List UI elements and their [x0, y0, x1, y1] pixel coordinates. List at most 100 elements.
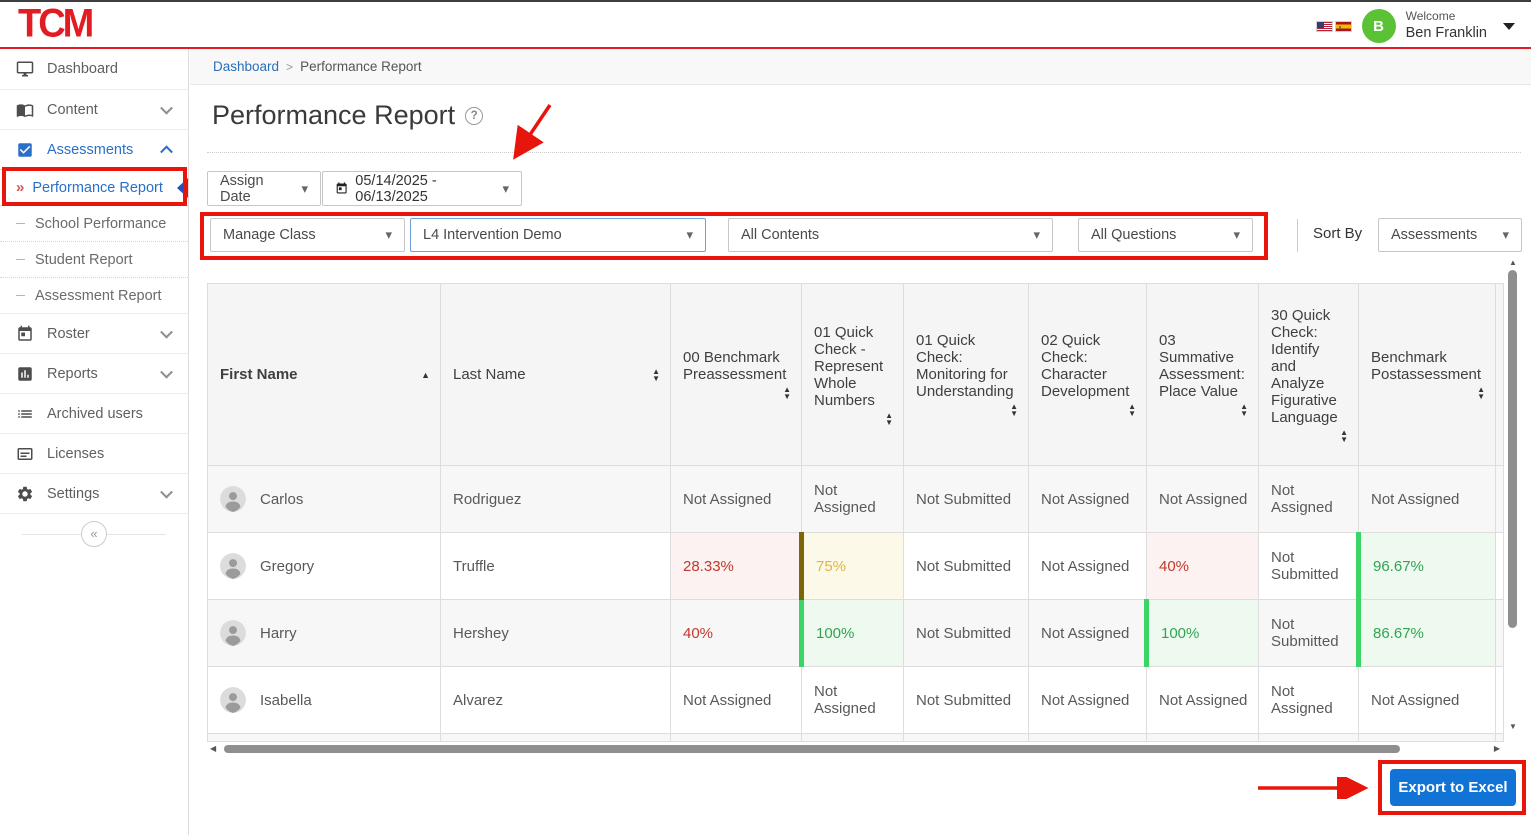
last-name-value: Hershey [453, 625, 509, 642]
column-header-02-quick-check-character-development[interactable]: 02 Quick Check: Character Development▲▼ [1029, 284, 1147, 466]
dash-icon [16, 223, 25, 224]
sidebar-item-label: Archived users [47, 406, 143, 422]
sidebar-nav: Dashboard Content Assessments » Performance … [0, 49, 188, 513]
first-name-value: Carlos [260, 491, 303, 508]
student-avatar-icon [220, 687, 246, 713]
student-row-gregory-truffle: GregoryTruffle28.33%75%Not SubmittedNot … [208, 533, 1504, 600]
contents-select[interactable]: All Contents ▾ [728, 218, 1053, 252]
sidebar-item-reports[interactable]: Reports [0, 353, 188, 393]
help-icon[interactable]: ? [465, 107, 483, 125]
column-header-last-name[interactable]: Last Name▲▼ [441, 284, 671, 466]
assign-date-dropdown[interactable]: Assign Date ▾ [207, 171, 321, 206]
user-avatar[interactable]: B [1362, 9, 1396, 43]
column-header-03-summative-assessment-place-value[interactable]: 03 Summative Assessment: Place Value▲▼ [1147, 284, 1259, 466]
sidebar-item-school-performance[interactable]: School Performance [0, 205, 188, 241]
sidebar-item-student-report[interactable]: Student Report [0, 241, 188, 277]
us-flag-icon[interactable] [1316, 21, 1333, 32]
class-select[interactable]: L4 Intervention Demo ▾ [410, 218, 706, 252]
score-cell: Not Assigned [671, 466, 802, 533]
last-name-value: Alvarez [453, 692, 503, 709]
tcm-logo: TCM [18, 2, 91, 47]
score-cell: Not Assigned [802, 667, 904, 734]
chevron-down-icon [160, 101, 173, 114]
language-switcher [1316, 21, 1352, 32]
sidebar-collapse-button[interactable]: « [81, 521, 107, 547]
export-to-excel-button[interactable]: Export to Excel [1390, 769, 1516, 806]
column-header-01-quick-check-represent-whole-numbers[interactable]: 01 Quick Check - Represent Whole Numbers… [802, 284, 904, 466]
sidebar-item-label: Performance Report [32, 180, 163, 196]
column-header-00-benchmark-preassessment[interactable]: 00 Benchmark Preassessment▲▼ [671, 284, 802, 466]
student-avatar-icon [220, 620, 246, 646]
sidebar-item-label: Content [47, 102, 98, 118]
assign-date-label: Assign Date [220, 173, 293, 205]
sidebar-item-label: Assessment Report [35, 288, 162, 304]
scroll-left-arrow-icon[interactable]: ◀ [210, 744, 216, 753]
sidebar-collapse-row: « [0, 513, 188, 553]
score-cell: Not Assigned [1147, 466, 1259, 533]
first-name-cell: Carlos [208, 466, 441, 533]
scroll-up-arrow-icon[interactable]: ▲ [1508, 258, 1518, 267]
column-header-30-quick-check-identify-and-analyze-figurative-language[interactable]: 30 Quick Check: Identify and Analyze Fig… [1259, 284, 1359, 466]
book-icon [16, 101, 34, 119]
score-cell: 28.33% [671, 533, 802, 600]
score-cell: 86.67% [1359, 600, 1496, 667]
breadcrumb: Dashboard > Performance Report [190, 49, 1531, 85]
sidebar-item-performance-report[interactable]: » Performance Report [0, 169, 188, 205]
dash-icon [16, 259, 25, 260]
contents-select-value: All Contents [741, 227, 819, 243]
sidebar: Dashboard Content Assessments » Performance … [0, 49, 189, 835]
student-row-carlos-rodriguez: CarlosRodriguezNot AssignedNot AssignedN… [208, 466, 1504, 533]
checkbox-icon [16, 141, 34, 159]
horizontal-scrollbar-thumb[interactable] [224, 745, 1400, 753]
vertical-scrollbar[interactable]: ▲ ▼ [1507, 258, 1519, 740]
sidebar-item-roster[interactable]: Roster [0, 313, 188, 353]
caret-down-icon: ▾ [1233, 227, 1240, 243]
chevron-down-icon [160, 485, 173, 498]
vertical-scrollbar-thumb[interactable] [1508, 270, 1517, 628]
user-menu-caret-icon[interactable] [1503, 23, 1515, 30]
sort-by-value: Assessments [1391, 227, 1477, 243]
sidebar-item-content[interactable]: Content [0, 89, 188, 129]
double-arrow-icon: » [16, 179, 24, 196]
date-range-picker[interactable]: 05/14/2025 - 06/13/2025 ▾ [322, 171, 522, 206]
manage-class-dropdown[interactable]: Manage Class ▾ [210, 218, 405, 252]
questions-select[interactable]: All Questions ▾ [1078, 218, 1253, 252]
student-row-harry-hershey: HarryHershey40%100%Not SubmittedNot Assi… [208, 600, 1504, 667]
breadcrumb-dashboard-link[interactable]: Dashboard [213, 59, 279, 74]
last-name-cell: Rodriguez [441, 466, 671, 533]
sidebar-item-archived-users[interactable]: Archived users [0, 393, 188, 433]
first-name-cell: Isabella [208, 667, 441, 734]
score-cell: Not Assigned [1259, 466, 1359, 533]
manage-class-label: Manage Class [223, 227, 316, 243]
sidebar-item-label: Student Report [35, 252, 133, 268]
list-icon [16, 405, 34, 423]
sidebar-item-settings[interactable]: Settings [0, 473, 188, 513]
chevron-up-icon [160, 145, 173, 158]
sort-icon: ▲▼ [885, 412, 893, 426]
score-cell: 40% [671, 600, 802, 667]
sidebar-item-assessments[interactable]: Assessments [0, 129, 188, 169]
column-header-benchmark-postassessment[interactable]: Benchmark Postassessment▲▼ [1359, 284, 1496, 466]
column-header-first-name[interactable]: First Name▲ [208, 284, 441, 466]
sidebar-item-licenses[interactable]: Licenses [0, 433, 188, 473]
score-cell: Not Assigned [1359, 466, 1496, 533]
column-header-01-quick-check-monitoring-for-understanding[interactable]: 01 Quick Check: Monitoring for Understan… [904, 284, 1029, 466]
sidebar-item-label: School Performance [35, 216, 166, 232]
questions-select-value: All Questions [1091, 227, 1176, 243]
sort-by-select[interactable]: Assessments ▾ [1378, 218, 1522, 252]
scroll-down-arrow-icon[interactable]: ▼ [1508, 722, 1518, 731]
spain-flag-icon[interactable] [1335, 21, 1352, 32]
sidebar-item-dashboard[interactable]: Dashboard [0, 49, 188, 89]
performance-report-page: TCM B Welcome Ben Franklin Dashboard Cont… [0, 0, 1531, 835]
score-cell: Not Assigned [671, 667, 802, 734]
filler-column [1496, 284, 1504, 466]
sort-icon: ▲▼ [652, 368, 660, 382]
horizontal-scrollbar[interactable]: ◀ ▶ [210, 743, 1500, 755]
sidebar-item-label: Assessments [47, 142, 133, 158]
scroll-right-arrow-icon[interactable]: ▶ [1494, 744, 1500, 753]
sort-icon: ▲▼ [783, 386, 791, 400]
sidebar-item-assessment-report[interactable]: Assessment Report [0, 277, 188, 313]
score-cell: Not Assigned [1147, 667, 1259, 734]
app-header: TCM B Welcome Ben Franklin [0, 2, 1531, 49]
score-cell: Not Assigned [1359, 667, 1496, 734]
